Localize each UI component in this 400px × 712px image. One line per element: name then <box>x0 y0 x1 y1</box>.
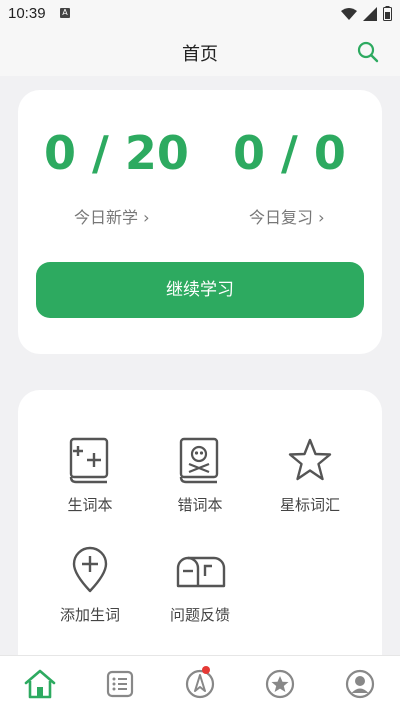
new-words-count: 0 / 20 <box>44 126 189 180</box>
today-review-link[interactable]: 今日复习 › <box>249 204 325 228</box>
feature-starred-words[interactable]: 星标词汇 <box>255 436 365 515</box>
feature-label: 问题反馈 <box>169 606 230 624</box>
battery-icon <box>383 6 392 21</box>
list-icon <box>106 670 134 698</box>
continue-study-button[interactable]: 继续学习 <box>36 262 364 318</box>
compass-icon <box>185 669 215 699</box>
star-icon <box>288 438 332 481</box>
search-icon[interactable] <box>356 40 380 64</box>
wrong-words-book-icon <box>179 437 219 484</box>
feature-add-word[interactable]: 添加生词 <box>35 546 145 625</box>
status-bar: 10:39 A <box>0 0 400 28</box>
notification-icon: A <box>60 8 70 18</box>
feature-label: 添加生词 <box>59 606 120 624</box>
status-time: 10:39 <box>8 5 46 22</box>
feature-wrong-words-book[interactable]: 错词本 <box>145 436 255 515</box>
user-icon <box>345 669 375 699</box>
bottom-navigation <box>0 655 400 712</box>
app-header: 首页 <box>0 28 400 76</box>
feature-label: 错词本 <box>177 496 223 514</box>
new-words-book-icon <box>69 437 109 484</box>
home-icon <box>24 669 56 699</box>
add-location-pin-icon <box>72 546 108 593</box>
page-title: 首页 <box>182 44 218 65</box>
study-progress-card: 0 / 20 今日新学 › 0 / 0 今日复习 › 继续学习 <box>18 90 382 354</box>
feature-label: 生词本 <box>67 496 113 514</box>
feature-label: 星标词汇 <box>279 496 340 514</box>
feature-grid-card: 生词本 错词本 星标词汇 添加生词 问题反馈 <box>18 390 382 690</box>
mailbox-icon <box>176 556 226 588</box>
notification-badge <box>202 666 210 674</box>
star-circle-icon <box>265 669 295 699</box>
tab-explore[interactable] <box>180 664 220 704</box>
signal-icon <box>363 6 377 21</box>
tab-list[interactable] <box>100 664 140 704</box>
today-new-link[interactable]: 今日新学 › <box>74 204 150 228</box>
tab-starred[interactable] <box>260 664 300 704</box>
feature-feedback[interactable]: 问题反馈 <box>145 546 255 625</box>
tab-profile[interactable] <box>340 664 380 704</box>
tab-home[interactable] <box>20 664 60 704</box>
wifi-icon <box>341 7 357 20</box>
review-words-count: 0 / 0 <box>233 126 346 180</box>
feature-new-words-book[interactable]: 生词本 <box>35 436 145 515</box>
